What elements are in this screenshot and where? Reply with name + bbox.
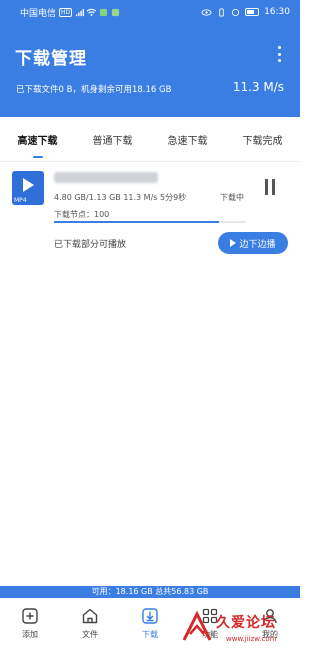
partial-playable-text: 已下载部分可播放 (54, 240, 127, 250)
tabs-divider (0, 161, 300, 162)
status-bar: 中国电信 HD 16:30 (0, 0, 300, 24)
video-file-icon: MP4 (12, 171, 44, 205)
tab-completed[interactable]: 下载完成 (225, 128, 300, 158)
watermark-url: www.jiizw.com (226, 635, 277, 643)
app-notification-icon (100, 8, 108, 16)
tab-express[interactable]: 急速下载 (150, 128, 225, 158)
add-icon (22, 608, 38, 624)
clock: 16:30 (264, 7, 290, 17)
download-tabs: 高速下载 普通下载 急速下载 下载完成 (0, 128, 300, 158)
carrier-label: 中国电信 (20, 8, 57, 19)
play-icon (230, 239, 237, 247)
watermark-logo-icon (182, 610, 212, 641)
play-while-downloading-label: 边下边播 (239, 239, 276, 250)
home-icon (82, 608, 98, 624)
eye-icon (201, 8, 212, 16)
pause-icon[interactable] (264, 179, 276, 195)
download-nodes: 下载节点：100 (54, 210, 110, 219)
file-format-label: MP4 (14, 197, 27, 204)
nav-files[interactable]: 文件 (60, 600, 120, 650)
wifi-icon (87, 8, 97, 16)
download-speed: 11.3 M/s (232, 80, 284, 94)
watermark-text: 久爱论坛 (216, 615, 276, 631)
battery-icon (245, 8, 260, 16)
app-header: 中国电信 HD 16:30 下载管理 已下载文件0 B，机身剩余可用18.16 … (0, 0, 300, 117)
download-item[interactable]: MP4 4.80 GB/1.13 GB 11.3 M/s 5分9秒 下载中 下载… (0, 167, 300, 262)
play-while-downloading-button[interactable]: 边下边播 (218, 232, 288, 254)
nav-files-label: 文件 (82, 630, 98, 639)
more-options-icon[interactable] (275, 44, 283, 64)
download-icon (142, 608, 158, 624)
nav-download-label: 下载 (142, 630, 158, 639)
storage-summary: 已下载文件0 B，机身剩余可用18.16 GB (16, 85, 172, 95)
progress-bar-fill (54, 221, 220, 223)
page-title: 下载管理 (15, 49, 87, 69)
signal-icon (76, 8, 85, 16)
storage-bar: 可用：18.16 GB 总共56.83 GB (0, 586, 300, 598)
network-badge: HD (59, 7, 73, 17)
progress-text: 4.80 GB/1.13 GB 11.3 M/s 5分9秒 (54, 193, 187, 202)
file-name (54, 171, 158, 184)
app-notification-icon-2 (112, 8, 120, 16)
tab-normal[interactable]: 普通下载 (75, 128, 150, 158)
progress-bar (54, 221, 246, 223)
tab-high-speed[interactable]: 高速下载 (0, 128, 75, 158)
nav-add-label: 添加 (22, 630, 38, 639)
nav-add[interactable]: 添加 (0, 600, 60, 650)
forum-watermark: 久爱论坛 www.jiizw.com (178, 608, 298, 648)
download-status: 下载中 (220, 193, 244, 202)
vibrate-icon (219, 7, 224, 17)
nav-download[interactable]: 下载 (120, 600, 180, 650)
alarm-icon (231, 8, 240, 16)
